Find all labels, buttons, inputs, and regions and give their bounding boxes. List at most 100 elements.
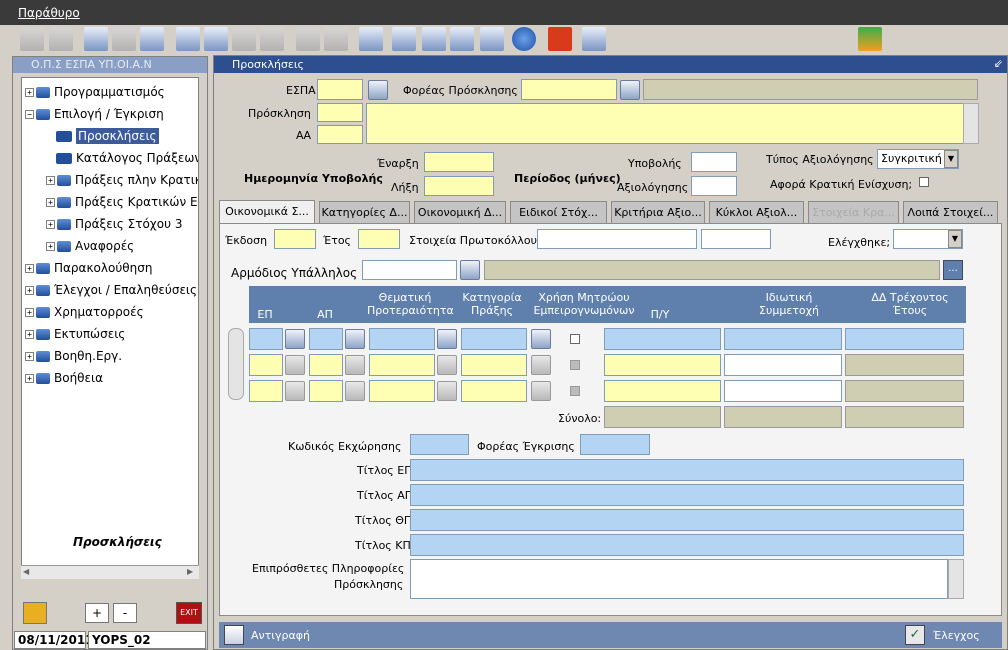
- menu-window[interactable]: Παράθυρο: [18, 6, 80, 20]
- ep-lov-icon[interactable]: [285, 355, 305, 375]
- scroll-left-icon[interactable]: ◀: [23, 567, 33, 577]
- collapse-icon[interactable]: −: [25, 109, 34, 119]
- check-icon[interactable]: ✓: [905, 625, 925, 645]
- chevron-down-icon[interactable]: ▼: [944, 150, 958, 168]
- tree-item-epilogi[interactable]: − Επιλογή / Έγκριση: [25, 104, 164, 124]
- blank-page-icon[interactable]: [176, 27, 200, 51]
- exit-button[interactable]: EXIT: [176, 602, 202, 624]
- tab-katigories[interactable]: Κατηγορίες Δ...: [319, 201, 410, 223]
- ep-field[interactable]: [249, 328, 283, 350]
- ap-field[interactable]: [309, 380, 343, 402]
- grid-icon[interactable]: [232, 27, 256, 51]
- foreas-field[interactable]: [521, 79, 617, 100]
- etos-field[interactable]: [358, 229, 400, 249]
- katigoria-lov-icon[interactable]: [531, 381, 551, 401]
- ep-field[interactable]: [249, 354, 283, 376]
- print-icon[interactable]: [359, 27, 383, 51]
- expand-icon[interactable]: +: [46, 241, 55, 251]
- mitroo-checkbox[interactable]: [570, 386, 580, 396]
- tree-item-praxeis-kratikon[interactable]: + Πράξεις Κρατικών Ενισ: [46, 192, 198, 212]
- end-date-field[interactable]: [424, 176, 494, 196]
- mitroo-checkbox[interactable]: [570, 360, 580, 370]
- employee-lov-icon[interactable]: [460, 260, 480, 280]
- extra-info-field[interactable]: [410, 559, 948, 599]
- duplicate-record-icon[interactable]: [140, 27, 164, 51]
- extra-info-scrollbar[interactable]: [948, 559, 964, 599]
- expand-icon[interactable]: +: [25, 285, 34, 295]
- ap-lov-icon[interactable]: [345, 329, 365, 349]
- lightning-icon[interactable]: [23, 602, 47, 624]
- idiotiki-field[interactable]: [724, 354, 842, 376]
- thematiki-lov-icon[interactable]: [437, 381, 457, 401]
- expand-icon[interactable]: +: [46, 219, 55, 229]
- tree-item-prosklisis[interactable]: Προσκλήσεις: [56, 126, 159, 146]
- tree-item-katalogos[interactable]: Κατάλογος Πράξεων: [56, 148, 198, 168]
- tab-loipa[interactable]: Λοιπά Στοιχεί...: [903, 201, 998, 223]
- ep-lov-icon[interactable]: [285, 329, 305, 349]
- new-record-icon[interactable]: [84, 27, 108, 51]
- description-scrollbar[interactable]: [963, 103, 979, 144]
- tab-oikonomiki[interactable]: Οικονομική Δ...: [414, 201, 506, 223]
- tab-kykloi[interactable]: Κύκλοι Αξιολ...: [709, 201, 804, 223]
- commit-check-icon[interactable]: [49, 27, 73, 51]
- py-field[interactable]: [604, 380, 721, 402]
- espa-field[interactable]: [317, 79, 363, 100]
- tab-kritiria[interactable]: Κριτήρια Αξιο...: [611, 201, 705, 223]
- espa-lov-icon[interactable]: [368, 80, 388, 100]
- idiotiki-field[interactable]: [724, 380, 842, 402]
- thematiki-field[interactable]: [369, 328, 435, 350]
- tree-horizontal-scrollbar[interactable]: ◀ ▶: [21, 565, 199, 579]
- expand-icon[interactable]: +: [25, 373, 34, 383]
- copy-icon[interactable]: [224, 625, 244, 645]
- grid-scrollbar[interactable]: [228, 328, 244, 400]
- expand-icon[interactable]: +: [46, 197, 55, 207]
- ap-lov-icon[interactable]: [345, 355, 365, 375]
- copy-button[interactable]: Αντιγραφή: [251, 629, 310, 642]
- py-field[interactable]: [604, 328, 721, 350]
- titlos-thp-field[interactable]: [410, 509, 964, 531]
- katigoria-lov-icon[interactable]: [531, 329, 551, 349]
- eval-months-field[interactable]: [691, 176, 737, 196]
- expand-icon[interactable]: +: [25, 87, 34, 97]
- tree-item-praxeis-stoxou[interactable]: + Πράξεις Στόχου 3: [46, 214, 182, 234]
- foreas-egkrisis-field[interactable]: [580, 434, 650, 455]
- ekdosi-field[interactable]: [274, 229, 316, 249]
- thematiki-field[interactable]: [369, 380, 435, 402]
- tree-item-xrimatorroes[interactable]: + Χρηματορροές: [25, 302, 144, 322]
- scroll-right-icon[interactable]: ▶: [187, 567, 197, 577]
- expand-icon[interactable]: +: [25, 263, 34, 273]
- tab-stoixeia-kratikon[interactable]: Στοιχεία Κρα...: [808, 201, 899, 223]
- py-field[interactable]: [604, 354, 721, 376]
- expand-icon[interactable]: +: [25, 329, 34, 339]
- state-aid-checkbox[interactable]: [919, 177, 929, 187]
- tree-item-ektyposeis[interactable]: + Εκτυπώσεις: [25, 324, 125, 344]
- thematiki-field[interactable]: [369, 354, 435, 376]
- titlos-ap-field[interactable]: [410, 484, 964, 506]
- save-icon[interactable]: [20, 27, 44, 51]
- thematiki-lov-icon[interactable]: [437, 329, 457, 349]
- stack-icon[interactable]: [392, 27, 416, 51]
- ap-lov-icon[interactable]: [345, 381, 365, 401]
- delete-record-icon[interactable]: [112, 27, 136, 51]
- tree-item-elegxoi[interactable]: + Έλεγχοι / Επαληθεύσεις: [25, 280, 197, 300]
- katigoria-field[interactable]: [461, 354, 527, 376]
- thematiki-lov-icon[interactable]: [437, 355, 457, 375]
- katigoria-lov-icon[interactable]: [531, 355, 551, 375]
- tab-oikonomika[interactable]: Οικονομικά Σ...: [219, 200, 315, 224]
- titlos-kp-field[interactable]: [410, 534, 964, 556]
- notes-icon[interactable]: [422, 27, 446, 51]
- aa-field[interactable]: [317, 125, 363, 144]
- idiotiki-field[interactable]: [724, 328, 842, 350]
- back-arrow-icon[interactable]: [858, 27, 882, 51]
- paste-icon[interactable]: [480, 27, 504, 51]
- edit-pencil-icon[interactable]: [204, 27, 228, 51]
- arrow-up-icon[interactable]: [296, 27, 320, 51]
- foreas-lov-icon[interactable]: [620, 80, 640, 100]
- ep-lov-icon[interactable]: [285, 381, 305, 401]
- tab-eidikoi[interactable]: Ειδικοί Στόχ...: [510, 201, 607, 223]
- ep-field[interactable]: [249, 380, 283, 402]
- tree-item-voithi-erg[interactable]: + Βοηθη.Εργ.: [25, 346, 122, 366]
- code-field[interactable]: [410, 434, 469, 455]
- protocol-number-field[interactable]: [537, 229, 697, 249]
- grid-alt-icon[interactable]: [260, 27, 284, 51]
